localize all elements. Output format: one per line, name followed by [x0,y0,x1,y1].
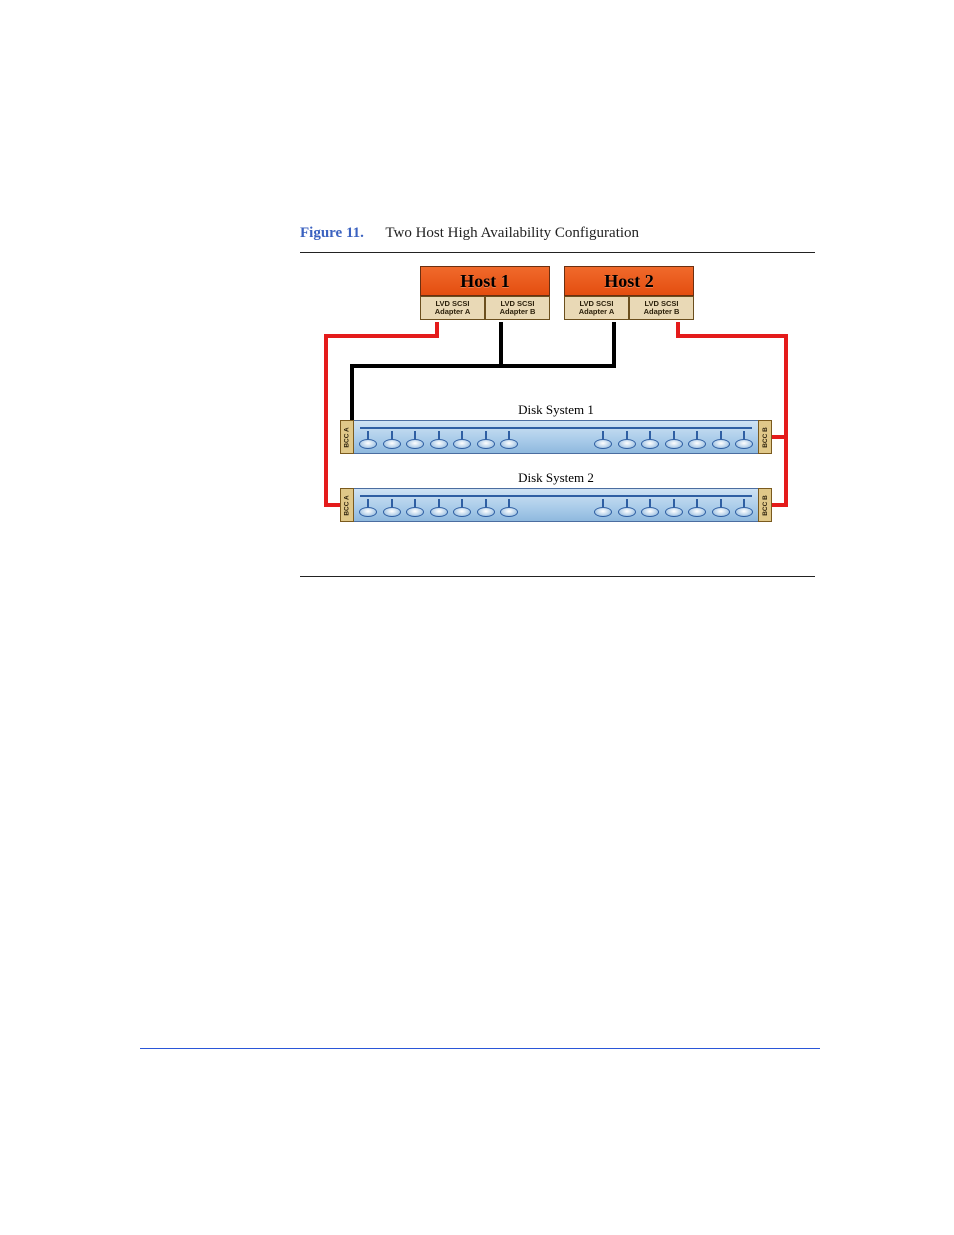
host-1-adapter-a: LVD SCSIAdapter A [420,296,485,320]
rule-top [300,252,815,253]
disk-icon [405,499,425,517]
disk-system-1: Disk System 1 BCC A BCC B [340,420,772,454]
disk-icon [664,499,684,517]
disk-icon [734,499,754,517]
disk-system-1-label: Disk System 1 [340,402,772,418]
disk-icon [640,431,660,449]
disk-icon [687,431,707,449]
ds2-disks [358,495,754,517]
disk-icon [405,431,425,449]
ds1-bcc-a: BCC A [340,420,354,454]
host-2: Host 2 LVD SCSIAdapter A LVD SCSIAdapter… [564,266,694,320]
ds1-bay [354,420,758,454]
disk-icon [593,499,613,517]
disk-icon [476,499,496,517]
disk-icon [382,499,402,517]
figure-label: Figure 11. [300,225,364,241]
disk-icon [382,431,402,449]
ds2-bcc-b-label: BCC B [762,495,769,516]
disk-icon [664,431,684,449]
host-1-adapters: LVD SCSIAdapter A LVD SCSIAdapter B [420,296,550,320]
disk-icon [711,431,731,449]
page-footer-rule [140,1048,820,1049]
disk-system-2-label: Disk System 2 [340,470,772,486]
host-1-adapter-b: LVD SCSIAdapter B [485,296,550,320]
ds2-disks-left [358,499,519,517]
ds2-bcc-a: BCC A [340,488,354,522]
disk-icon [734,431,754,449]
disk-icon [452,499,472,517]
host-2-title: Host 2 [564,266,694,296]
ds2-bay [354,488,758,522]
host-1-title: Host 1 [420,266,550,296]
disk-icon [617,431,637,449]
host-2-adapter-a: LVD SCSIAdapter A [564,296,629,320]
ds2-disks-right [593,499,754,517]
ds1-disks-right [593,431,754,449]
ds2-bcc-b: BCC B [758,488,772,522]
disk-icon [476,431,496,449]
rule-bottom [300,576,815,577]
disk-icon [687,499,707,517]
disk-icon [358,431,378,449]
page: Figure 11. Two Host High Availability Co… [0,0,954,1235]
ds1-bcc-b: BCC B [758,420,772,454]
disk-icon [452,431,472,449]
disk-icon [711,499,731,517]
host-2-adapter-b: LVD SCSIAdapter B [629,296,694,320]
disk-icon [499,499,519,517]
ds1-bcc-b-label: BCC B [762,427,769,448]
disk-icon [593,431,613,449]
ds1-disks [358,427,754,449]
ds1-disks-left [358,431,519,449]
disk-icon [617,499,637,517]
ds1-bcc-a-label: BCC A [344,427,351,447]
disk-icon [429,499,449,517]
disk-icon [640,499,660,517]
host-1: Host 1 LVD SCSIAdapter A LVD SCSIAdapter… [420,266,550,320]
host-2-adapters: LVD SCSIAdapter A LVD SCSIAdapter B [564,296,694,320]
diagram: Host 1 LVD SCSIAdapter A LVD SCSIAdapter… [316,266,796,558]
ds2-bcc-a-label: BCC A [344,495,351,515]
disk-icon [358,499,378,517]
disk-icon [429,431,449,449]
disk-icon [499,431,519,449]
disk-system-2: Disk System 2 BCC A BCC B [340,488,772,522]
figure-title: Two Host High Availability Configuration [385,225,639,241]
figure-caption: Figure 11. Two Host High Availability Co… [300,225,639,242]
